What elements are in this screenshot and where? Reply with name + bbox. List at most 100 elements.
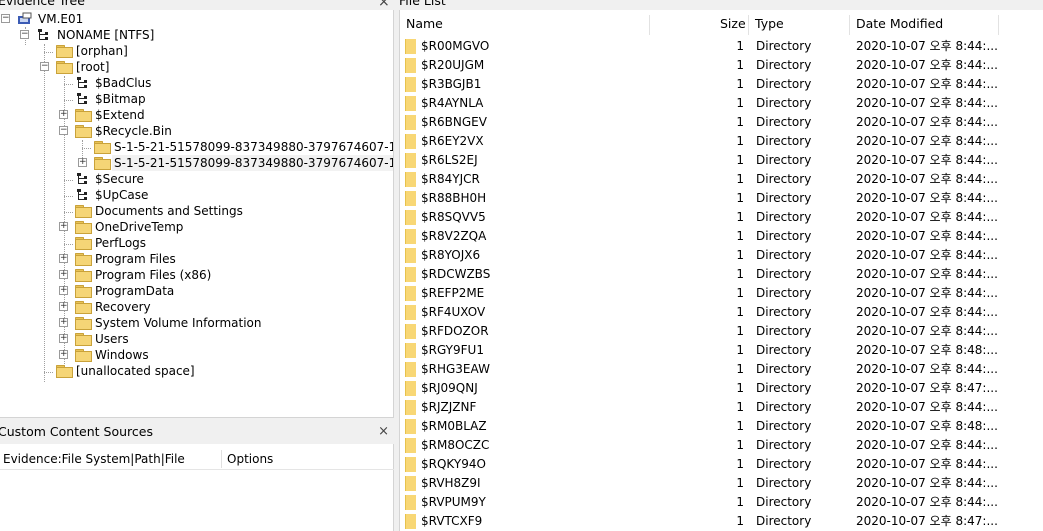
tree-node-users[interactable]: + Users [0, 331, 300, 347]
expand-icon[interactable]: + [78, 158, 87, 167]
file-list-row[interactable]: $R8SQVV5 1 Directory 2020-10-07 오후 8:44:... [400, 208, 1043, 227]
tree-node-label: Windows [95, 348, 149, 362]
folder-icon [75, 332, 93, 346]
folder-icon [94, 156, 112, 170]
file-list-row[interactable]: $R4AYNLA 1 Directory 2020-10-07 오후 8:44:... [400, 94, 1043, 113]
file-list-row[interactable]: $RGY9FU1 1 Directory 2020-10-07 오후 8:48:... [400, 341, 1043, 360]
file-type: Directory [756, 58, 812, 72]
tree-node-extend[interactable]: + $Extend [0, 107, 300, 123]
evidence-tree-close-icon[interactable]: × [378, 0, 390, 9]
folder-icon [405, 514, 416, 529]
file-list-row[interactable]: $RM0BLAZ 1 Directory 2020-10-07 오후 8:48:... [400, 417, 1043, 436]
file-type: Directory [756, 324, 812, 338]
tree-node-windows[interactable]: + Windows [0, 347, 300, 363]
tree-node-filesystem[interactable]: − NONAME [NTFS] [0, 27, 300, 43]
column-header-size[interactable]: Size [720, 12, 746, 36]
evidence-tree-title: Evidence Tree [0, 0, 85, 8]
file-date-modified: 2020-10-07 오후 8:44:... [856, 286, 998, 300]
file-list-row[interactable]: $R6BNGEV 1 Directory 2020-10-07 오후 8:44:... [400, 113, 1043, 132]
collapse-icon[interactable]: − [59, 126, 68, 135]
file-list-row[interactable]: $R20UJGM 1 Directory 2020-10-07 오후 8:44:... [400, 56, 1043, 75]
file-type: Directory [756, 343, 812, 357]
expand-icon[interactable]: + [59, 350, 68, 359]
tree-node-evidence[interactable]: − VM.E01 [0, 11, 300, 27]
file-list-title: File List [399, 0, 446, 8]
tree-node-program-files[interactable]: + Program Files [0, 251, 300, 267]
column-header-type[interactable]: Type [755, 12, 784, 36]
file-list-row[interactable]: $R3BGJB1 1 Directory 2020-10-07 오후 8:44:... [400, 75, 1043, 94]
column-header-name[interactable]: Name [406, 12, 443, 36]
tree-node-recovery[interactable]: + Recovery [0, 299, 300, 315]
file-list-row[interactable]: $R00MGVO 1 Directory 2020-10-07 오후 8:44:... [400, 37, 1043, 56]
expand-icon[interactable]: + [59, 302, 68, 311]
file-list-row[interactable]: $RFDOZOR 1 Directory 2020-10-07 오후 8:44:... [400, 322, 1043, 341]
folder-icon [405, 172, 416, 187]
tree-node-root[interactable]: − [root] [0, 59, 300, 75]
file-name: $RQKY94O [421, 457, 486, 471]
file-list[interactable]: Name Size Type Date Modified $R00MGVO 1 Di… [399, 10, 1043, 531]
file-size: 1 [736, 172, 744, 186]
file-list-row[interactable]: $R6EY2VX 1 Directory 2020-10-07 오후 8:44:... [400, 132, 1043, 151]
tree-node-unallocated-space[interactable]: [unallocated space] [0, 363, 300, 379]
file-list-row[interactable]: $RHG3EAW 1 Directory 2020-10-07 오후 8:44:... [400, 360, 1043, 379]
tree-node-label: $Secure [95, 172, 144, 186]
expand-icon[interactable]: + [59, 318, 68, 327]
folder-icon [405, 476, 416, 491]
file-list-row[interactable]: $R8V2ZQA 1 Directory 2020-10-07 오후 8:44:... [400, 227, 1043, 246]
tree-node-upcase[interactable]: $UpCase [0, 187, 300, 203]
tree-node-label: Users [95, 332, 129, 346]
tree-node-program-files-x86[interactable]: + Program Files (x86) [0, 267, 300, 283]
file-list-row[interactable]: $RJ09QNJ 1 Directory 2020-10-07 오후 8:47:... [400, 379, 1043, 398]
file-list-row[interactable]: $R8YOJX6 1 Directory 2020-10-07 오후 8:44:... [400, 246, 1043, 265]
file-list-row[interactable]: $RVTCXF9 1 Directory 2020-10-07 오후 8:47:... [400, 512, 1043, 531]
column-header-date-modified[interactable]: Date Modified [856, 12, 943, 36]
file-date-modified: 2020-10-07 오후 8:44:... [856, 248, 998, 262]
expand-icon[interactable]: + [59, 254, 68, 263]
tree-node-secure[interactable]: $Secure [0, 171, 300, 187]
filesystem-icon [75, 76, 93, 90]
file-list-row[interactable]: $RVH8Z9I 1 Directory 2020-10-07 오후 8:44:... [400, 474, 1043, 493]
file-list-row[interactable]: $RJZJZNF 1 Directory 2020-10-07 오후 8:44:... [400, 398, 1043, 417]
custom-content-sources-close-icon[interactable]: × [378, 423, 389, 441]
expand-icon[interactable]: + [59, 270, 68, 279]
file-list-row[interactable]: $R84YJCR 1 Directory 2020-10-07 오후 8:44:... [400, 170, 1043, 189]
file-list-row[interactable]: $RQKY94O 1 Directory 2020-10-07 오후 8:44:... [400, 455, 1043, 474]
collapse-icon[interactable]: − [40, 62, 49, 71]
file-list-row[interactable]: $REFP2ME 1 Directory 2020-10-07 오후 8:44:... [400, 284, 1043, 303]
tree-node-sid-1001[interactable]: + S-1-5-21-51578099-837349880-3797674607… [0, 155, 393, 171]
file-list-row[interactable]: $RVPUM9Y 1 Directory 2020-10-07 오후 8:44:... [400, 493, 1043, 512]
collapse-icon[interactable]: − [1, 14, 10, 23]
tree-node-orphan[interactable]: [orphan] [0, 43, 300, 59]
folder-icon [405, 134, 416, 149]
evidence-tree[interactable]: − VM.E01 − NONAME [NTFS] [orphan] − [roo… [0, 10, 394, 418]
file-list-row[interactable]: $RF4UXOV 1 Directory 2020-10-07 오후 8:44:... [400, 303, 1043, 322]
tree-node-bitmap[interactable]: $Bitmap [0, 91, 300, 107]
filesystem-icon [36, 28, 54, 42]
expand-icon[interactable]: + [59, 110, 68, 119]
file-list-row[interactable]: $R88BH0H 1 Directory 2020-10-07 오후 8:44:... [400, 189, 1043, 208]
file-list-row[interactable]: $RM8OCZC 1 Directory 2020-10-07 오후 8:44:... [400, 436, 1043, 455]
tree-node-sid-1000[interactable]: S-1-5-21-51578099-837349880-3797674607-1… [0, 139, 393, 155]
tree-node-label: System Volume Information [95, 316, 262, 330]
tree-node-perflogs[interactable]: PerfLogs [0, 235, 300, 251]
expand-icon[interactable]: + [59, 222, 68, 231]
tree-node-programdata[interactable]: + ProgramData [0, 283, 300, 299]
folder-icon [405, 381, 416, 396]
tree-node-system-volume-information[interactable]: + System Volume Information [0, 315, 300, 331]
file-list-row[interactable]: $R6LS2EJ 1 Directory 2020-10-07 오후 8:44:... [400, 151, 1043, 170]
tree-node-onedrivetemp[interactable]: + OneDriveTemp [0, 219, 300, 235]
filesystem-icon [75, 172, 93, 186]
column-header-path[interactable]: Evidence:File System|Path|File [3, 448, 185, 470]
folder-open-icon [75, 124, 93, 138]
column-header-options[interactable]: Options [227, 448, 273, 470]
tree-node-recycle-bin[interactable]: − $Recycle.Bin [0, 123, 300, 139]
file-type: Directory [756, 134, 812, 148]
expand-icon[interactable]: + [59, 286, 68, 295]
file-list-row[interactable]: $RDCWZBS 1 Directory 2020-10-07 오후 8:44:... [400, 265, 1043, 284]
collapse-icon[interactable]: − [20, 30, 29, 39]
file-type: Directory [756, 267, 812, 281]
tree-node-badclus[interactable]: $BadClus [0, 75, 300, 91]
expand-icon[interactable]: + [59, 334, 68, 343]
file-date-modified: 2020-10-07 오후 8:44:... [856, 77, 998, 91]
tree-node-documents-and-settings[interactable]: Documents and Settings [0, 203, 300, 219]
